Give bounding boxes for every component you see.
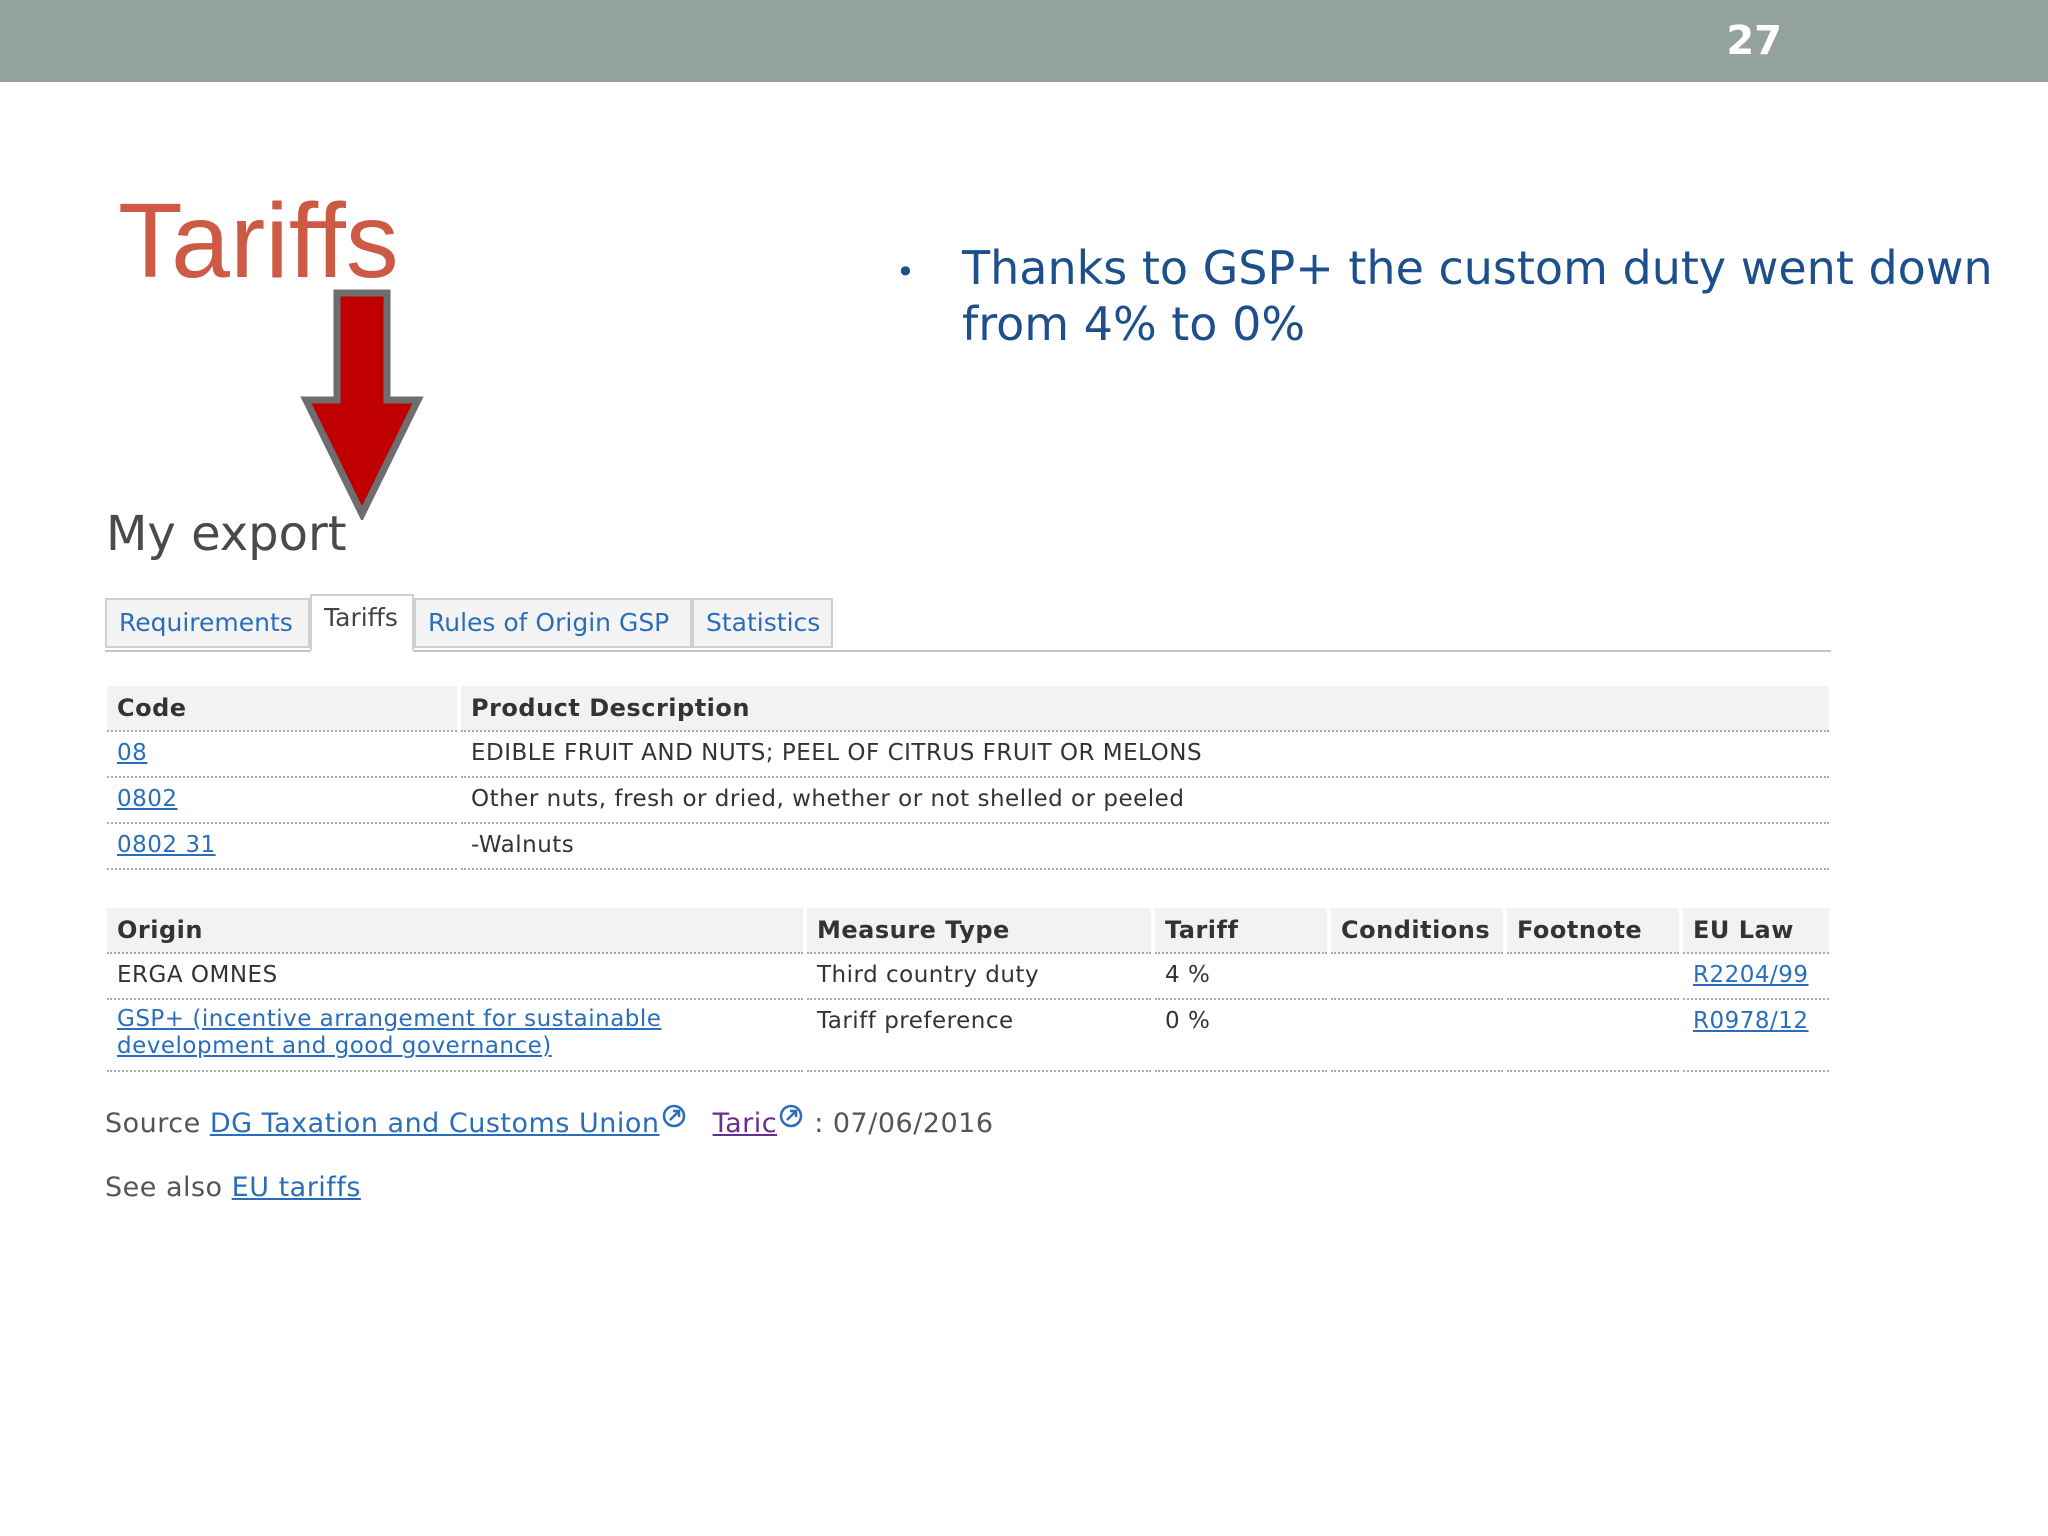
source-prefix: Source xyxy=(105,1108,201,1139)
eu-tariffs-link[interactable]: EU tariffs xyxy=(232,1172,361,1203)
footnote-cell xyxy=(1505,953,1683,1000)
red-down-arrow-icon xyxy=(300,289,424,520)
code-link[interactable]: 0802 31 xyxy=(117,832,216,858)
column-header-footnote: Footnote xyxy=(1505,908,1683,954)
eu-law-link[interactable]: R2204/99 xyxy=(1693,962,1809,988)
description-cell: Other nuts, fresh or dried, whether or n… xyxy=(459,777,1833,824)
external-link-icon xyxy=(662,1104,685,1128)
table-row: 0802 31 -Walnuts xyxy=(107,823,1833,870)
eu-law-link[interactable]: R0978/12 xyxy=(1693,1008,1809,1034)
table-row: 08 EDIBLE FRUIT AND NUTS; PEEL OF CITRUS… xyxy=(107,731,1833,778)
origin-link[interactable]: GSP+ (incentive arrangement for sustaina… xyxy=(117,1006,717,1060)
tab-tariffs[interactable]: Tariffs xyxy=(310,594,414,652)
taric-link[interactable]: Taric xyxy=(713,1108,778,1139)
tariff-cell: 0 % xyxy=(1153,999,1331,1072)
slide-header-bar: 27 xyxy=(0,0,2048,82)
description-cell: EDIBLE FRUIT AND NUTS; PEEL OF CITRUS FR… xyxy=(459,731,1833,778)
code-cell: 0802 xyxy=(107,777,461,824)
table-row: ERGA OMNES Third country duty 4 % R2204/… xyxy=(107,953,1833,1000)
tariff-cell: 4 % xyxy=(1153,953,1331,1000)
measures-header-row: Origin Measure Type Tariff Conditions Fo… xyxy=(107,908,1833,954)
eu-law-cell: R0978/12 xyxy=(1681,999,1833,1072)
column-header-product-description: Product Description xyxy=(459,686,1833,732)
external-link-icon xyxy=(779,1104,803,1128)
column-header-origin: Origin xyxy=(107,908,807,954)
see-also-prefix: See also xyxy=(105,1172,223,1203)
dg-taxation-link[interactable]: DG Taxation and Customs Union xyxy=(210,1108,660,1139)
tab-bar: Requirements Tariffs Rules of Origin GSP… xyxy=(105,594,1831,652)
products-table: Code Product Description 08 EDIBLE FRUIT… xyxy=(107,686,1833,870)
eu-law-cell: R2204/99 xyxy=(1681,953,1833,1000)
source-date: : 07/06/2016 xyxy=(814,1108,994,1139)
tab-statistics[interactable]: Statistics xyxy=(692,598,833,648)
source-line: Source DG Taxation and Customs Union Tar… xyxy=(105,1104,994,1139)
column-header-eu-law: EU Law xyxy=(1681,908,1833,954)
page-number: 27 xyxy=(1726,18,1782,64)
see-also-line: See also EU tariffs xyxy=(105,1172,361,1203)
tab-requirements[interactable]: Requirements xyxy=(105,598,310,648)
bullet-point: • Thanks to GSP+ the custom duty went do… xyxy=(896,240,1996,352)
origin-cell: ERGA OMNES xyxy=(107,953,807,1000)
slide-title: Tariffs xyxy=(118,182,399,300)
origin-cell: GSP+ (incentive arrangement for sustaina… xyxy=(107,999,807,1072)
column-header-code: Code xyxy=(107,686,461,732)
code-link[interactable]: 08 xyxy=(117,740,147,766)
measures-table: Origin Measure Type Tariff Conditions Fo… xyxy=(107,908,1833,1072)
conditions-cell xyxy=(1329,999,1507,1072)
measure-type-cell: Third country duty xyxy=(805,953,1155,1000)
export-heading: My export xyxy=(106,506,347,562)
table-row: 0802 Other nuts, fresh or dried, whether… xyxy=(107,777,1833,824)
table-row: GSP+ (incentive arrangement for sustaina… xyxy=(107,999,1833,1072)
conditions-cell xyxy=(1329,953,1507,1000)
column-header-tariff: Tariff xyxy=(1153,908,1331,954)
code-cell: 0802 31 xyxy=(107,823,461,870)
tab-rules-of-origin-gsp[interactable]: Rules of Origin GSP xyxy=(414,598,692,648)
bullet-text: Thanks to GSP+ the custom duty went down… xyxy=(962,241,1993,351)
bullet-dot-icon: • xyxy=(896,253,915,291)
column-header-measure-type: Measure Type xyxy=(805,908,1155,954)
code-link[interactable]: 0802 xyxy=(117,786,178,812)
code-cell: 08 xyxy=(107,731,461,778)
description-cell: -Walnuts xyxy=(459,823,1833,870)
products-header-row: Code Product Description xyxy=(107,686,1833,732)
column-header-conditions: Conditions xyxy=(1329,908,1507,954)
measure-type-cell: Tariff preference xyxy=(805,999,1155,1072)
footnote-cell xyxy=(1505,999,1683,1072)
